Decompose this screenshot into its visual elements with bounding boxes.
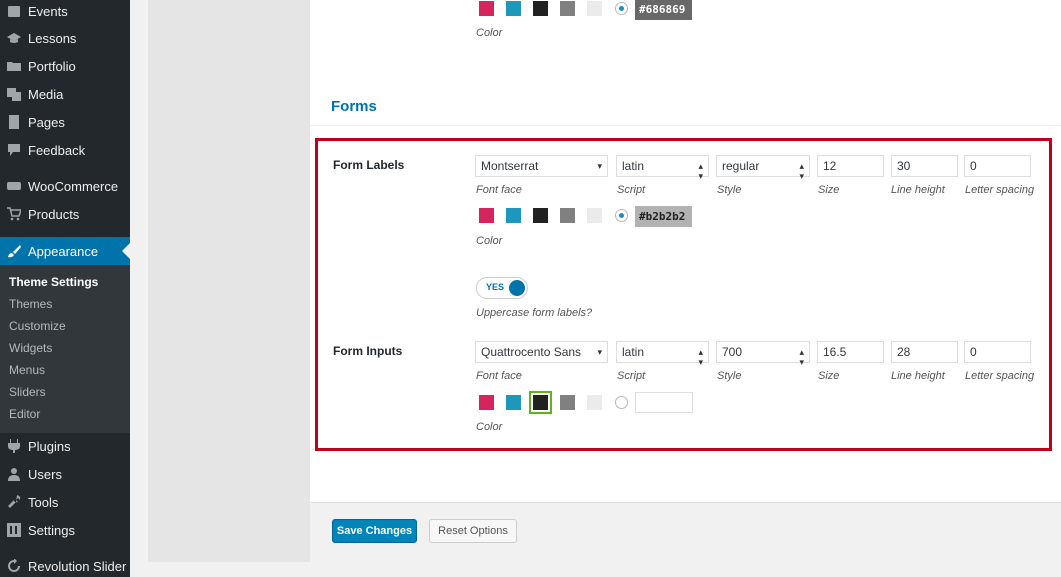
menu-label: Plugins (28, 438, 71, 454)
footer-bar (310, 502, 1061, 562)
user-icon (6, 467, 22, 481)
reset-options-button[interactable]: Reset Options (429, 519, 517, 543)
active-indicator (122, 243, 130, 259)
menu-item-tools[interactable]: Tools (0, 488, 130, 516)
submenu-customize[interactable]: Customize (9, 319, 66, 333)
menu-label: Feedback (28, 142, 86, 158)
menu-label: Tools (28, 494, 59, 510)
content-gutter (130, 0, 148, 577)
menu-item-woocommerce[interactable]: WooCommerce (0, 172, 130, 200)
color-swatch-blue[interactable] (506, 1, 521, 16)
appearance-submenu: Theme Settings Themes Customize Widgets … (0, 265, 130, 433)
menu-item-lessons[interactable]: Lessons (0, 24, 130, 52)
menu-item-products[interactable]: Products (0, 200, 130, 228)
menu-label: Products (28, 206, 80, 222)
submenu-menus[interactable]: Menus (9, 363, 45, 377)
refresh-icon (6, 559, 22, 573)
menu-item-users[interactable]: Users (0, 460, 130, 488)
menu-label: Events (28, 3, 68, 19)
submenu-sliders[interactable]: Sliders (9, 385, 46, 399)
paintbrush-icon (6, 244, 22, 258)
highlight-box (315, 138, 1052, 451)
menu-item-feedback[interactable]: Feedback (0, 136, 130, 164)
menu-label: Pages (28, 114, 65, 130)
admin-sidebar: Events Lessons Portfolio Media Pages Fee… (0, 0, 130, 577)
menu-item-events[interactable]: Events (0, 0, 130, 25)
menu-item-settings[interactable]: Settings (0, 516, 130, 544)
options-nav-panel (148, 0, 310, 562)
menu-label: Lessons (28, 30, 77, 46)
color-caption: Color (476, 27, 503, 39)
submenu-widgets[interactable]: Widgets (9, 341, 52, 355)
graduation-cap-icon (6, 31, 22, 45)
settings-icon (6, 523, 22, 537)
menu-label: Settings (28, 522, 75, 538)
wrench-icon (6, 495, 22, 509)
menu-label: WooCommerce (28, 178, 119, 194)
menu-label: Users (28, 466, 62, 482)
menu-label: Portfolio (28, 58, 76, 74)
save-changes-button[interactable]: Save Changes (332, 519, 417, 543)
color-swatch-light[interactable] (587, 1, 602, 16)
cart-icon (6, 207, 22, 221)
submenu-theme-settings[interactable]: Theme Settings (9, 275, 98, 289)
menu-item-plugins[interactable]: Plugins (0, 432, 130, 460)
menu-label: Media (28, 86, 64, 102)
color-swatch-black[interactable] (533, 1, 548, 16)
folder-icon (6, 59, 22, 73)
menu-item-media[interactable]: Media (0, 80, 130, 108)
menu-item-appearance[interactable]: Appearance (0, 237, 130, 265)
color-swatch-pink[interactable] (479, 1, 494, 16)
color-swatch-gray[interactable] (560, 1, 575, 16)
woocommerce-icon (6, 179, 22, 193)
menu-item-pages[interactable]: Pages (0, 108, 130, 136)
custom-color-radio[interactable] (615, 2, 628, 15)
menu-item-revolution-slider[interactable]: Revolution Slider (0, 552, 130, 577)
comment-icon (6, 143, 22, 157)
menu-item-portfolio[interactable]: Portfolio (0, 52, 130, 80)
submenu-themes[interactable]: Themes (9, 297, 52, 311)
plugin-icon (6, 439, 22, 453)
media-icon (6, 87, 22, 101)
submenu-editor[interactable]: Editor (9, 407, 40, 421)
section-divider (310, 125, 1061, 126)
hex-color-input[interactable]: #686869 (635, 0, 692, 20)
page-icon (6, 115, 22, 129)
menu-label: Appearance (28, 243, 99, 259)
calendar-icon (6, 4, 22, 18)
section-title: Forms (331, 98, 377, 115)
menu-label: Revolution Slider (28, 558, 127, 574)
